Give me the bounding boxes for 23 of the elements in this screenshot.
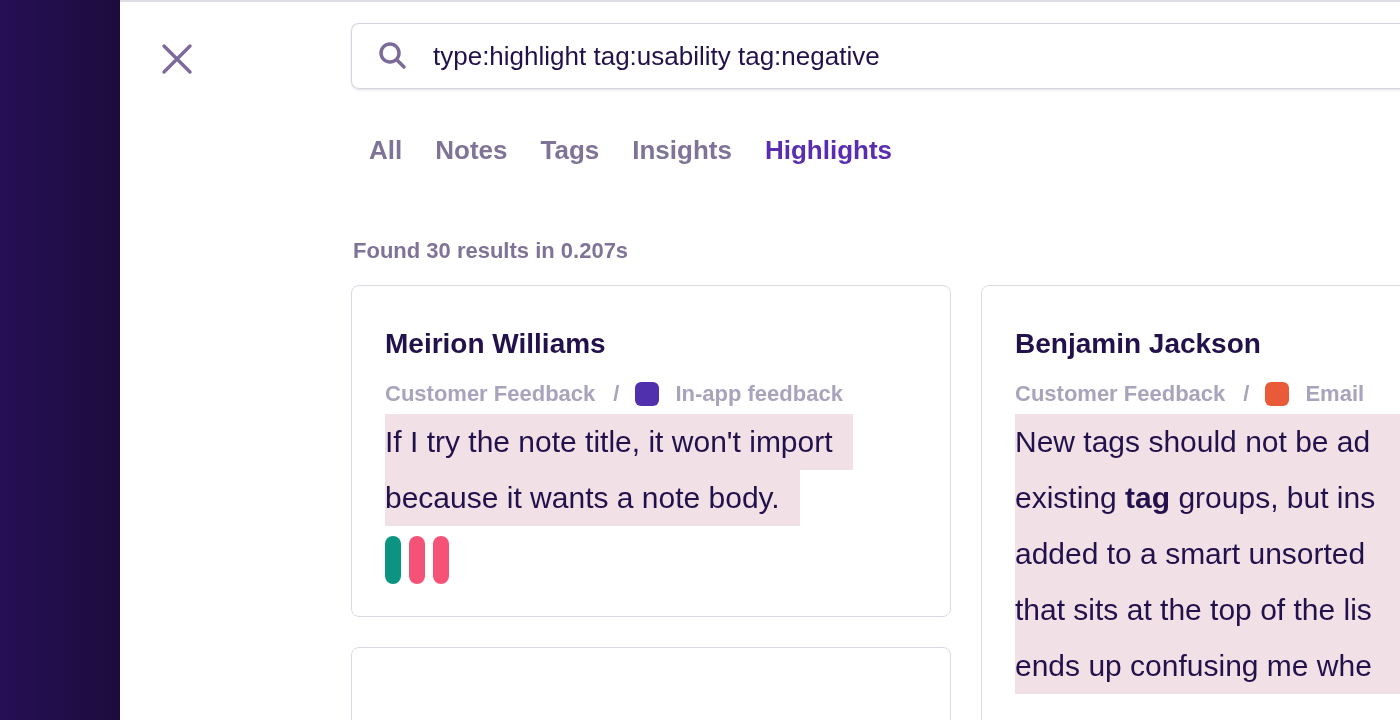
person-name: Meirion Williams [385,327,607,361]
tag-marker[interactable] [385,536,401,584]
result-card[interactable]: Benjamin Jackson Customer Feedback / Email New tags should not be ad existing tag groups, but ins added to a smart unsorted that sits at the top of the lis ends up confusing me whe [981,285,1400,720]
source-name: Email [1305,380,1365,408]
result-card[interactable]: Meirion Williams Customer Feedback / In-app feedback If I try the note title, it won't import because it wants a note body. [351,285,951,617]
source-name: In-app feedback [675,380,843,408]
tag-marker[interactable] [409,536,425,584]
project-name: Customer Feedback [385,380,596,408]
filter-tab[interactable]: Notes [435,133,508,167]
search-icon [378,41,408,71]
result-count: Found 30 results in 0.207s [352,237,630,265]
tag-marker[interactable] [433,536,449,584]
filter-tab[interactable]: Tags [540,133,600,167]
filter-tab[interactable]: All [369,133,403,167]
search-query: type:highlight tag:usability tag:negative [433,39,880,73]
search-field[interactable]: type:highlight tag:usability tag:negative [351,23,1400,89]
filter-tab[interactable]: Insights [632,133,732,167]
project-name: Customer Feedback [1015,380,1226,408]
filter-tab[interactable]: Highlights [764,133,892,167]
path-separator: / [1243,380,1250,408]
path-separator: / [613,380,620,408]
close-icon[interactable] [160,42,194,76]
person-name: Benjamin Jackson [1015,327,1262,361]
